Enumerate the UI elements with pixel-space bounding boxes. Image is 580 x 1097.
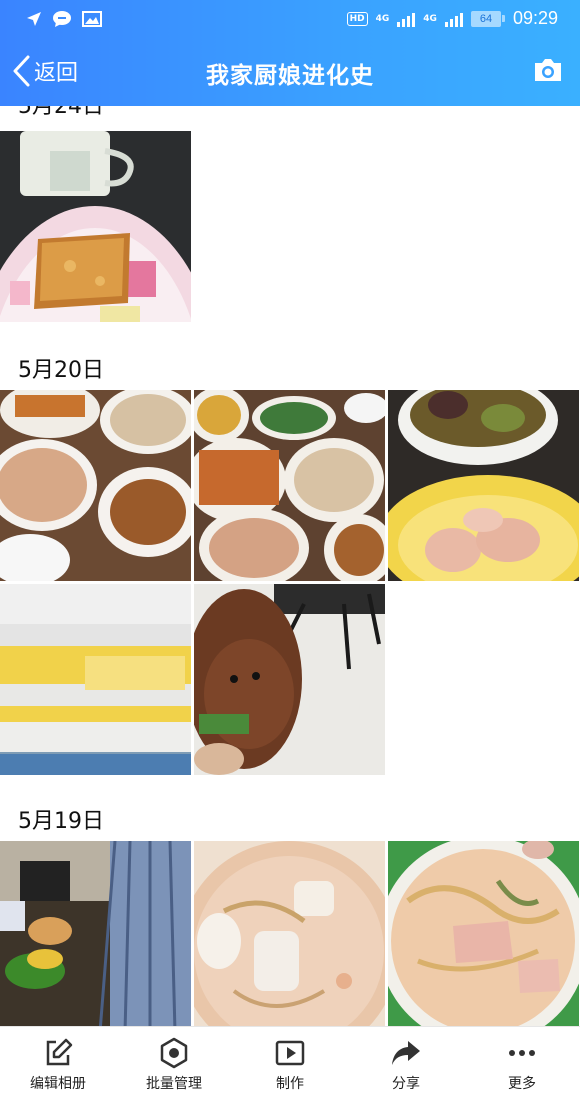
chat-bubble-icon bbox=[53, 11, 71, 27]
camera-icon bbox=[535, 59, 561, 81]
play-icon bbox=[275, 1040, 305, 1066]
share-button[interactable]: 分享 bbox=[348, 1027, 464, 1097]
signal-icon bbox=[397, 11, 416, 27]
battery-icon: 64 bbox=[470, 10, 505, 27]
photo-kitchen-cooking bbox=[0, 841, 191, 1030]
toolbar-label: 批量管理 bbox=[146, 1076, 202, 1092]
photo-thumbnail[interactable] bbox=[0, 390, 191, 581]
album-content: 5月24日 5月20日 5月19日 bbox=[0, 0, 580, 1030]
nav-bar: 返回 我家厨娘进化史 bbox=[0, 40, 580, 106]
toolbar-label: 更多 bbox=[508, 1076, 536, 1092]
network-type: 4G bbox=[423, 13, 437, 24]
camera-button[interactable] bbox=[532, 56, 564, 88]
photo-thumbnail[interactable] bbox=[388, 841, 579, 1030]
more-button[interactable]: 更多 bbox=[464, 1027, 580, 1097]
photo-noodle-soup bbox=[194, 841, 385, 1030]
toolbar-label: 制作 bbox=[276, 1076, 304, 1092]
batch-manage-button[interactable]: 批量管理 bbox=[116, 1027, 232, 1097]
photo-dinner-table bbox=[0, 390, 191, 581]
photo-thumbnail[interactable] bbox=[0, 841, 191, 1030]
bottom-toolbar: 编辑相册 批量管理 制作 分享 更多 bbox=[0, 1026, 580, 1097]
page-title: 我家厨娘进化史 bbox=[206, 63, 374, 89]
photo-thumbnail[interactable] bbox=[0, 131, 191, 322]
hd-badge: HD bbox=[346, 11, 368, 26]
photo-poodle bbox=[194, 584, 385, 775]
photo-thumbnail[interactable] bbox=[194, 584, 385, 775]
status-bar: HD 4G 4G 64 09:29 bbox=[0, 0, 580, 40]
battery-level: 64 bbox=[470, 10, 501, 27]
photo-thumbnail[interactable] bbox=[388, 390, 579, 581]
edit-album-button[interactable]: 编辑相册 bbox=[0, 1027, 116, 1097]
photo-fried-dishes bbox=[194, 390, 385, 581]
edit-icon bbox=[46, 1038, 73, 1066]
make-button[interactable]: 制作 bbox=[232, 1027, 348, 1097]
photo-thumbnail[interactable] bbox=[194, 841, 385, 1030]
photo-toast-plate bbox=[0, 131, 191, 322]
photo-ramen-ham bbox=[388, 841, 579, 1030]
more-icon bbox=[509, 1050, 535, 1056]
location-arrow-icon bbox=[27, 12, 41, 26]
app-header: HD 4G 4G 64 09:29 返回 我家厨娘进化史 bbox=[0, 0, 580, 106]
manage-icon bbox=[160, 1037, 188, 1069]
date-label: 5月20日 bbox=[18, 358, 104, 383]
photo-thumbnail[interactable] bbox=[0, 584, 191, 775]
toolbar-label: 分享 bbox=[392, 1076, 420, 1092]
photo-soup-chicken bbox=[388, 390, 579, 581]
gallery-icon bbox=[82, 11, 102, 27]
photo-cake bbox=[0, 584, 191, 775]
status-time: 09:29 bbox=[512, 8, 558, 28]
photo-thumbnail[interactable] bbox=[194, 390, 385, 581]
share-icon bbox=[392, 1041, 420, 1065]
date-label: 5月19日 bbox=[18, 809, 104, 834]
signal-icon bbox=[444, 11, 463, 27]
toolbar-label: 编辑相册 bbox=[30, 1076, 86, 1092]
network-type: 4G bbox=[375, 13, 390, 24]
